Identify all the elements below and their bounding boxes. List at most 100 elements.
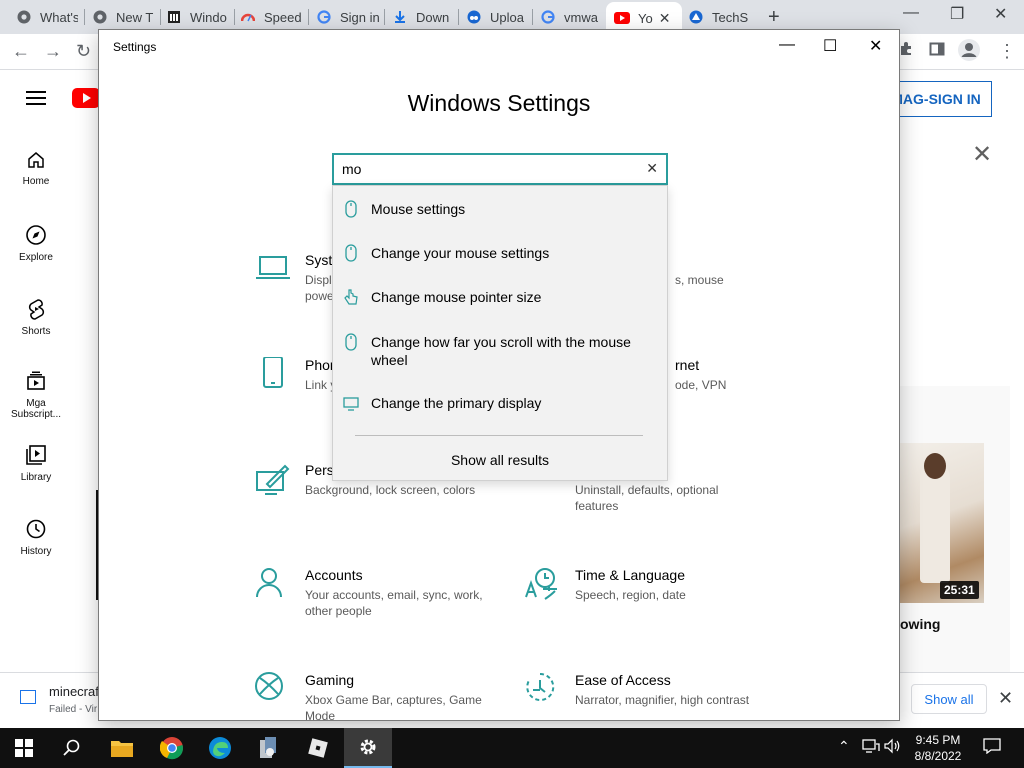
sidebar-item-explore[interactable]: Explore [0, 224, 72, 263]
search-icon [63, 739, 80, 756]
taskbar-clock[interactable]: 9:45 PM 8/8/2022 [900, 732, 976, 764]
browser-menu-icon[interactable]: ⋮ [998, 41, 1016, 62]
sidebar-item-home[interactable]: Home [0, 150, 72, 187]
show-hidden-icons[interactable]: ⌃ [838, 738, 850, 755]
category-title: Time & Language [575, 567, 685, 583]
browser-close-icon[interactable]: ✕ [994, 4, 1007, 24]
browser-tab[interactable]: What's [16, 4, 78, 30]
tab-label: Speed [264, 9, 302, 25]
profile-avatar-icon[interactable] [958, 39, 980, 66]
taskbar-edge[interactable] [196, 728, 244, 768]
video-title[interactable]: owing [900, 616, 940, 632]
category-description: Narrator, magnifier, high contrast [575, 693, 750, 707]
suggestion-label: Change your mouse settings [371, 245, 550, 261]
tab-label: Uploa [490, 9, 524, 25]
shorts-icon [28, 299, 45, 320]
maximize-icon[interactable]: ☐ [823, 36, 837, 56]
google-icon [540, 9, 556, 25]
download-filename[interactable]: minecraf [49, 684, 99, 699]
taskbar-file-explorer[interactable] [98, 728, 146, 768]
forward-arrow-icon[interactable]: → [44, 41, 62, 62]
chrome-icon [160, 737, 183, 760]
category-description: Xbox Game Bar, captures, Game Mode [305, 693, 482, 721]
browser-tab[interactable]: vmwa [540, 4, 602, 30]
settings-search-box[interactable]: ✕ [332, 153, 668, 185]
tab-separator [234, 9, 235, 25]
google-icon [316, 9, 332, 25]
browser-tab[interactable]: New T [92, 4, 156, 30]
taskbar-settings[interactable] [344, 728, 392, 768]
browser-tab[interactable]: Down [392, 4, 454, 30]
tab-separator [160, 9, 161, 25]
search-button[interactable] [48, 728, 96, 768]
settings-window: Settings — ☐ ✕ Windows Settings Syste Di… [98, 29, 900, 721]
suggestion-divider [355, 435, 643, 436]
show-all-downloads-button[interactable]: Show all [911, 684, 987, 714]
video-thumbnail[interactable] [900, 443, 984, 603]
home-icon [28, 152, 44, 168]
speedometer-icon [240, 9, 256, 25]
show-all-results-link[interactable]: Show all results [333, 452, 667, 468]
browser-tab[interactable]: Speed [240, 4, 304, 30]
settings-search-input[interactable] [342, 159, 632, 179]
ease-of-access-icon [526, 672, 555, 701]
pointer-hand-icon [344, 289, 358, 305]
phone-icon [263, 357, 283, 388]
tab-close-icon[interactable]: ✕ [659, 10, 671, 27]
taskbar-chrome[interactable] [148, 728, 196, 768]
category-description: s, mouse [675, 273, 724, 287]
tab-label: TechS [712, 9, 749, 25]
search-suggestions-dropdown: Mouse settings Change your mouse setting… [332, 185, 668, 481]
close-icon[interactable]: ✕ [869, 36, 882, 56]
suggestion-label: Change how far you scroll with the mouse… [371, 334, 631, 368]
settings-titlebar[interactable]: Settings — ☐ ✕ [99, 30, 899, 62]
category-title: rnet [675, 357, 700, 373]
thumbnail-person [920, 463, 950, 583]
clear-search-icon[interactable]: ✕ [646, 160, 658, 177]
minimize-icon[interactable]: — [779, 36, 795, 54]
roblox-icon [308, 738, 328, 758]
sidebar-item-label: History [20, 546, 52, 557]
start-button[interactable] [0, 728, 48, 768]
library-icon [26, 445, 46, 465]
taskbar-roblox[interactable] [294, 728, 342, 768]
taskbar-installer[interactable] [244, 728, 292, 768]
clock-date: 8/8/2022 [914, 749, 962, 763]
monitor-icon [343, 397, 359, 411]
sidebar-item-subscriptions[interactable]: Mga Subscript... [0, 370, 72, 420]
youtube-icon [614, 10, 630, 26]
tab-label: New T [116, 9, 154, 25]
banner-close-icon[interactable]: ✕ [972, 140, 992, 169]
notifications-icon[interactable] [983, 738, 1001, 757]
file-icon [20, 690, 36, 704]
download-shelf-close-icon[interactable]: ✕ [998, 688, 1013, 709]
back-arrow-icon[interactable]: ← [12, 41, 30, 62]
hamburger-menu-icon[interactable] [26, 90, 46, 111]
reload-icon[interactable]: ↻ [76, 41, 91, 62]
youtube-logo-icon[interactable] [72, 88, 100, 113]
category-description: Your accounts, email, sync, work, other … [305, 588, 483, 618]
sidebar-item-library[interactable]: Library [0, 444, 72, 483]
browser-minimize-icon[interactable]: — [903, 4, 919, 22]
suggestion-label: Mouse settings [371, 201, 466, 217]
network-icon[interactable] [862, 738, 880, 757]
techspot-icon [688, 9, 704, 25]
browser-restore-icon[interactable]: ❐ [950, 4, 964, 24]
category-title: Accounts [305, 567, 363, 583]
sidebar-item-shorts[interactable]: Shorts [0, 298, 72, 337]
tab-separator [458, 9, 459, 25]
sidebar-item-history[interactable]: History [0, 518, 72, 557]
browser-tab[interactable]: Uploa [466, 4, 528, 30]
sidebar-item-label: Library [20, 472, 52, 483]
mouse-icon [345, 200, 357, 218]
extensions-icon[interactable] [898, 41, 914, 62]
upload-icon [466, 9, 482, 25]
browser-tab[interactable]: Windo [166, 4, 230, 30]
browser-tab[interactable]: Sign in [316, 4, 380, 30]
laptop-icon [256, 256, 290, 279]
side-panel-icon[interactable] [929, 41, 945, 62]
tab-label: Yo [638, 10, 653, 26]
download-icon [392, 9, 408, 25]
new-tab-button[interactable]: + [768, 6, 780, 29]
browser-tab[interactable]: TechS [688, 4, 752, 30]
